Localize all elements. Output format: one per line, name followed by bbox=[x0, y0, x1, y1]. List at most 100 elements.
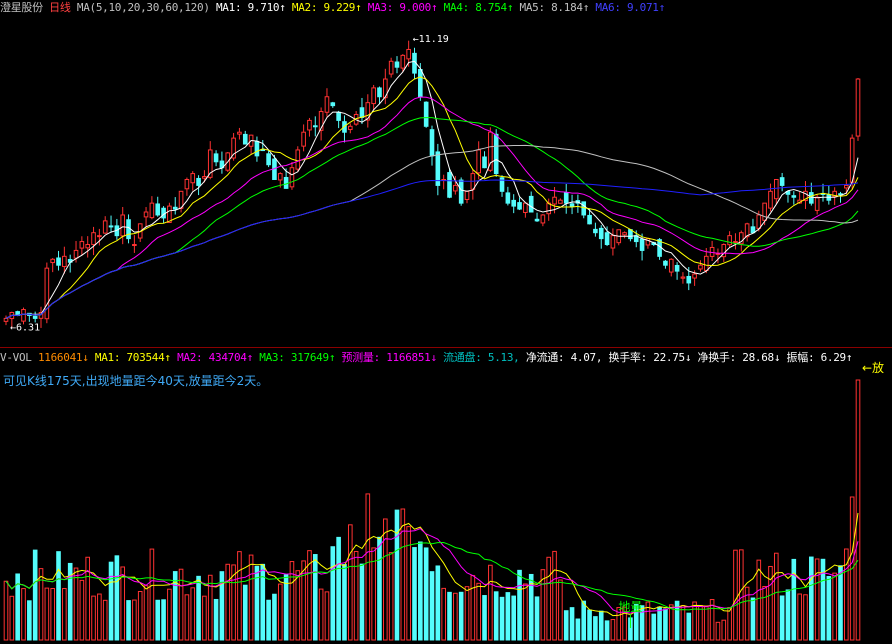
volume-bar bbox=[657, 606, 662, 641]
volume-bar bbox=[698, 604, 703, 641]
ma-item-1: MA2: 9.229↑ bbox=[285, 1, 362, 14]
candle-body bbox=[330, 102, 336, 107]
candle-body bbox=[371, 87, 376, 105]
candle-body bbox=[149, 202, 155, 219]
candle-body bbox=[674, 264, 680, 272]
volume-bar bbox=[85, 556, 91, 641]
candle-body bbox=[359, 107, 365, 118]
candle-body bbox=[184, 179, 190, 190]
candle-body bbox=[809, 192, 814, 204]
vol-item-7: 换手率: 22.75↓ bbox=[602, 351, 692, 364]
volume-bar bbox=[727, 607, 732, 641]
candle-body bbox=[266, 153, 271, 166]
volume-bar bbox=[779, 595, 785, 641]
candle-body bbox=[768, 190, 773, 209]
volume-bar bbox=[581, 600, 587, 641]
volume-bar bbox=[598, 610, 604, 641]
volume-bar bbox=[213, 598, 219, 641]
volume-bar bbox=[738, 549, 744, 641]
candle-body bbox=[190, 173, 196, 184]
volume-bar bbox=[470, 575, 476, 641]
volume-bar bbox=[534, 596, 540, 641]
volume-note: 可见K线175天,出现地量距今40天,放量距今2天。 bbox=[3, 374, 269, 388]
candle-body bbox=[668, 258, 674, 273]
vol-item-2: MA2: 434704↑ bbox=[170, 351, 253, 364]
volume-bar bbox=[750, 597, 756, 641]
candle-body bbox=[242, 133, 248, 145]
volume-bar bbox=[324, 591, 330, 641]
volume-bar bbox=[686, 612, 692, 641]
candle-body bbox=[21, 309, 26, 322]
volume-bar bbox=[108, 561, 114, 641]
volume-bar bbox=[826, 575, 832, 641]
vol-item-6: 净流通: 4.07, bbox=[519, 351, 603, 364]
candle-body bbox=[447, 172, 452, 198]
volume-bar bbox=[814, 558, 820, 641]
volume-bar bbox=[610, 619, 616, 641]
volume-bar bbox=[593, 616, 598, 641]
candle-body bbox=[593, 228, 598, 234]
candle-body bbox=[458, 179, 464, 204]
low-price-label: ←6.31 bbox=[10, 323, 40, 334]
candle-body bbox=[528, 195, 534, 213]
candle-body bbox=[569, 203, 575, 207]
candle-body bbox=[32, 315, 38, 319]
volume-bar bbox=[406, 526, 411, 641]
period-label[interactable]: 日线 bbox=[49, 1, 71, 14]
volume-bar bbox=[773, 552, 779, 641]
volume-values: 1166041↓ MA1: 703544↑ MA2: 434704↑ MA3: … bbox=[38, 351, 853, 364]
volume-bar bbox=[336, 536, 341, 641]
volume-bar bbox=[499, 596, 505, 641]
candle-body bbox=[779, 177, 785, 186]
volume-bar bbox=[190, 587, 196, 641]
panel-divider bbox=[0, 347, 892, 348]
candle-body bbox=[56, 257, 61, 266]
candle-body bbox=[202, 176, 207, 179]
candle-body bbox=[791, 195, 797, 198]
volume-bar bbox=[120, 566, 126, 641]
volume-bar bbox=[50, 587, 55, 641]
volume-bar bbox=[838, 565, 843, 641]
candle-body bbox=[750, 226, 756, 234]
candle-body bbox=[482, 156, 487, 169]
price-header: 澄星股份 日线 MA(5,10,20,30,60,120) MA1: 9.710… bbox=[0, 0, 665, 16]
candle-body bbox=[476, 149, 481, 174]
volume-panel: 地量 ←放 bbox=[3, 360, 884, 641]
volume-bar bbox=[546, 556, 552, 641]
volume-bar bbox=[347, 524, 353, 641]
vol-item-4: 预测量: 1166851↓ bbox=[335, 351, 437, 364]
volume-bar bbox=[703, 605, 709, 641]
volume-bar bbox=[435, 565, 441, 641]
high-price-label: ←11.19 bbox=[413, 34, 449, 45]
candle-body bbox=[464, 190, 470, 200]
volume-bar bbox=[62, 588, 67, 641]
stock-name: 澄星股份 bbox=[0, 1, 43, 14]
candle-body bbox=[324, 96, 330, 113]
ma-item-5: MA6: 9.071↑ bbox=[589, 1, 665, 14]
ma-line-2 bbox=[5, 76, 859, 319]
volume-bar bbox=[167, 588, 172, 641]
candle-body bbox=[429, 129, 435, 157]
ma-item-3: MA4: 8.754↑ bbox=[437, 1, 514, 14]
candle-body bbox=[62, 255, 67, 268]
vol-item-3: MA3: 317649↑ bbox=[252, 351, 336, 364]
volume-bar bbox=[377, 536, 382, 641]
volume-bar bbox=[820, 558, 826, 641]
candle-body bbox=[400, 54, 406, 69]
volume-bar bbox=[155, 599, 161, 641]
ma-item-4: MA5: 8.184↑ bbox=[513, 1, 590, 14]
candle-body bbox=[213, 153, 219, 163]
candle-body bbox=[283, 176, 289, 189]
volume-bar bbox=[330, 546, 336, 641]
volume-bar bbox=[97, 593, 102, 641]
volume-bar bbox=[312, 554, 318, 641]
candle-body bbox=[733, 241, 738, 244]
candle-body bbox=[102, 220, 108, 234]
candle-body bbox=[773, 179, 779, 200]
volume-bar bbox=[517, 569, 522, 641]
candle-body bbox=[762, 202, 767, 221]
volume-bar bbox=[137, 591, 143, 641]
volume-bar bbox=[32, 549, 38, 641]
candle-body bbox=[814, 196, 820, 211]
candle-body bbox=[301, 131, 306, 147]
